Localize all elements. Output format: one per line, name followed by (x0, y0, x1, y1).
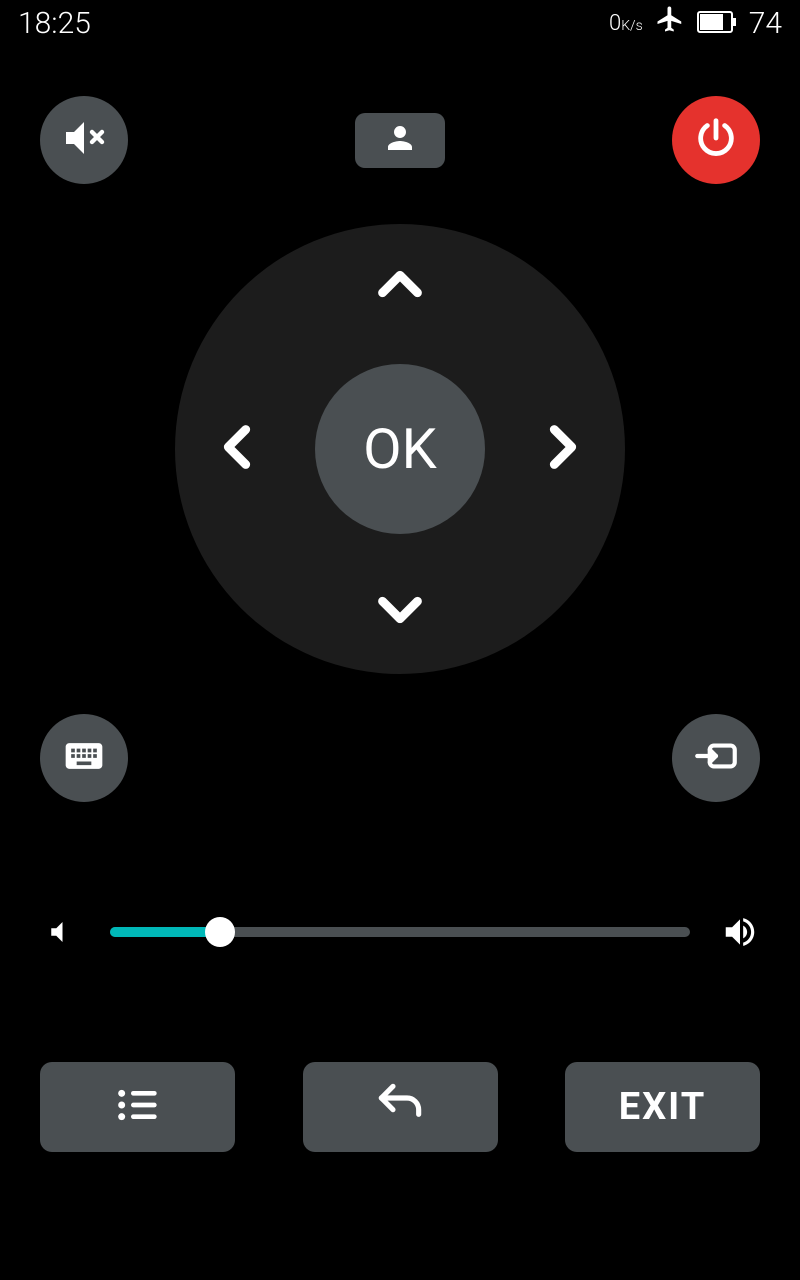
profile-button[interactable] (355, 113, 445, 168)
status-bar: 18:25 0 K/s 74 (0, 0, 800, 46)
volume-high-icon (720, 912, 760, 952)
power-button[interactable] (672, 96, 760, 184)
chevron-left-icon (202, 412, 272, 486)
volume-slider[interactable] (110, 927, 690, 937)
mid-row (0, 674, 800, 802)
volume-slider-fill (110, 927, 220, 937)
status-time: 18:25 (18, 6, 91, 41)
chevron-down-icon (365, 575, 435, 649)
menu-button[interactable] (40, 1062, 235, 1152)
volume-slider-thumb[interactable] (205, 917, 235, 947)
volume-row (0, 802, 800, 952)
dpad-left-button[interactable] (197, 409, 277, 489)
menu-list-icon (110, 1077, 166, 1137)
status-speed: 0 K/s (609, 11, 643, 36)
exit-label: EXIT (619, 1085, 707, 1129)
volume-low-icon (40, 912, 80, 952)
airplane-icon (655, 4, 685, 42)
top-row (0, 46, 800, 184)
dpad-right-button[interactable] (523, 409, 603, 489)
mute-icon (60, 114, 108, 166)
input-source-button[interactable] (672, 714, 760, 802)
chevron-up-icon (365, 249, 435, 323)
dpad: OK (175, 224, 625, 674)
status-battery: 74 (749, 6, 782, 41)
power-icon (693, 115, 739, 165)
back-arrow-icon (372, 1077, 428, 1137)
mute-button[interactable] (40, 96, 128, 184)
dpad-up-button[interactable] (360, 246, 440, 326)
chevron-right-icon (528, 412, 598, 486)
profile-icon (382, 120, 418, 160)
keyboard-button[interactable] (40, 714, 128, 802)
exit-button[interactable]: EXIT (565, 1062, 760, 1152)
bottom-row: EXIT (0, 952, 800, 1152)
battery-icon (697, 6, 737, 41)
keyboard-icon (62, 734, 106, 782)
ok-button[interactable]: OK (315, 364, 485, 534)
ok-label: OK (363, 416, 437, 482)
input-source-icon (691, 731, 741, 785)
status-right: 0 K/s 74 (609, 4, 782, 42)
dpad-down-button[interactable] (360, 572, 440, 652)
back-button[interactable] (303, 1062, 498, 1152)
